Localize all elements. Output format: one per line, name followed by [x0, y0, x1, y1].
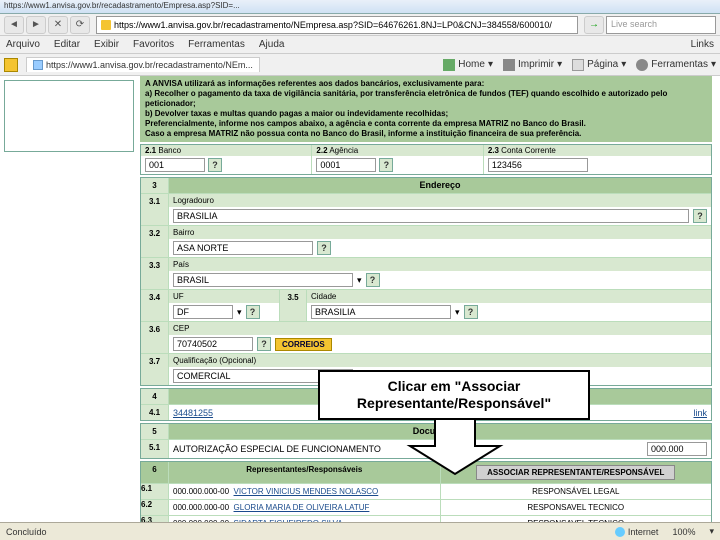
help-icon[interactable]: ? — [366, 273, 380, 287]
help-icon[interactable]: ? — [379, 158, 393, 172]
bairro-input[interactable]: ASA NORTE — [173, 241, 313, 255]
table-row: 6.1 000.000.000-00 VICTOR VINICIUS MENDE… — [141, 483, 711, 499]
menu-editar[interactable]: Editar — [54, 39, 80, 50]
intro-text: A ANVISA utilizará as informações refere… — [140, 76, 712, 142]
search-box[interactable]: Live search — [606, 16, 716, 34]
documento-input[interactable]: 000.000 — [647, 442, 707, 456]
associar-button[interactable]: ASSOCIAR REPRESENTANTE/RESPONSÁVEL — [476, 465, 675, 480]
endereco-section: 3Endereço 3.1LogradouroBRASILIA? 3.2Bair… — [140, 177, 712, 386]
arrow-annotation — [405, 416, 505, 476]
rep-link[interactable]: VICTOR VINICIUS MENDES NOLASCO — [234, 487, 379, 496]
menu-favoritos[interactable]: Favoritos — [133, 39, 174, 50]
forward-button[interactable]: ► — [26, 16, 46, 34]
refresh-button[interactable]: ⟳ — [70, 16, 90, 34]
window-titlebar: https://www1.anvisa.gov.br/recadastramen… — [0, 0, 720, 14]
menu-links[interactable]: Links — [691, 39, 714, 50]
tools-button[interactable]: Ferramentas ▾ — [636, 59, 716, 71]
telefone-add-link[interactable]: link — [693, 408, 707, 418]
help-icon[interactable]: ? — [464, 305, 478, 319]
menu-bar: Arquivo Editar Exibir Favoritos Ferramen… — [0, 36, 720, 54]
pais-select[interactable]: BRASIL — [173, 273, 353, 287]
page-icon2 — [572, 59, 584, 71]
instruction-callout: Clicar em "Associar Representante/Respon… — [318, 370, 590, 420]
bank-section: 2.1 Banco 001? 2.2 Agência 0001? 2.3 Con… — [140, 144, 712, 175]
lock-icon — [101, 20, 111, 30]
back-button[interactable]: ◄ — [4, 16, 24, 34]
table-row: 6.3 000.000.000-00 SIDARTA FIGUEIREDO SI… — [141, 515, 711, 522]
table-row: 6.2 000.000.000-00 GLORIA MARIA DE OLIVE… — [141, 499, 711, 515]
page-content: A ANVISA utilizará as informações refere… — [0, 76, 720, 522]
address-url: https://www1.anvisa.gov.br/recadastramen… — [114, 20, 552, 30]
status-left: Concluído — [6, 527, 47, 537]
cidade-select[interactable]: BRASILIA — [311, 305, 451, 319]
favorites-icon[interactable] — [4, 58, 18, 72]
page-icon — [33, 60, 43, 70]
telefone-link[interactable]: 34481255 — [173, 408, 213, 418]
page-button[interactable]: Página ▾ — [572, 59, 626, 71]
help-icon[interactable]: ? — [317, 241, 331, 255]
home-icon — [443, 59, 455, 71]
menu-arquivo[interactable]: Arquivo — [6, 39, 40, 50]
correios-button[interactable]: CORREIOS — [275, 338, 332, 351]
uf-select[interactable]: DF — [173, 305, 233, 319]
logradouro-input[interactable]: BRASILIA — [173, 209, 689, 223]
agencia-input[interactable]: 0001 — [316, 158, 376, 172]
print-button[interactable]: Imprimir ▾ — [503, 59, 562, 71]
conta-input[interactable]: 123456 — [488, 158, 588, 172]
go-button[interactable]: → — [584, 16, 604, 34]
help-icon[interactable]: ? — [257, 337, 271, 351]
help-icon[interactable]: ? — [208, 158, 222, 172]
banco-input[interactable]: 001 — [145, 158, 205, 172]
rep-link[interactable]: GLORIA MARIA DE OLIVEIRA LATUF — [234, 503, 370, 512]
help-icon[interactable]: ? — [693, 209, 707, 223]
stop-button[interactable]: ✕ — [48, 16, 68, 34]
browser-tab[interactable]: https://www1.anvisa.gov.br/recadastramen… — [26, 57, 260, 72]
menu-ferramentas[interactable]: Ferramentas — [188, 39, 245, 50]
menu-ajuda[interactable]: Ajuda — [259, 39, 285, 50]
internet-icon — [615, 527, 625, 537]
address-bar[interactable]: https://www1.anvisa.gov.br/recadastramen… — [96, 16, 578, 34]
help-icon[interactable]: ? — [246, 305, 260, 319]
print-icon — [503, 59, 515, 71]
rep-link[interactable]: SIDARTA FIGUEIREDO SILVA — [234, 519, 343, 522]
home-button[interactable]: Home ▾ — [443, 59, 493, 71]
status-bar: Concluído Internet 100% ▾ — [0, 522, 720, 540]
zoom-level[interactable]: 100% — [672, 527, 695, 537]
menu-exibir[interactable]: Exibir — [94, 39, 119, 50]
tab-label: https://www1.anvisa.gov.br/recadastramen… — [46, 60, 253, 70]
cep-input[interactable]: 70740502 — [173, 337, 253, 351]
reps-header: Representantes/Responsáveis — [169, 462, 441, 483]
sidebar-placeholder — [4, 80, 134, 152]
nav-toolbar: ◄ ► ✕ ⟳ https://www1.anvisa.gov.br/recad… — [0, 14, 720, 36]
gear-icon — [636, 59, 648, 71]
endereco-header: Endereço — [169, 178, 711, 193]
tab-toolbar: https://www1.anvisa.gov.br/recadastramen… — [0, 54, 720, 76]
